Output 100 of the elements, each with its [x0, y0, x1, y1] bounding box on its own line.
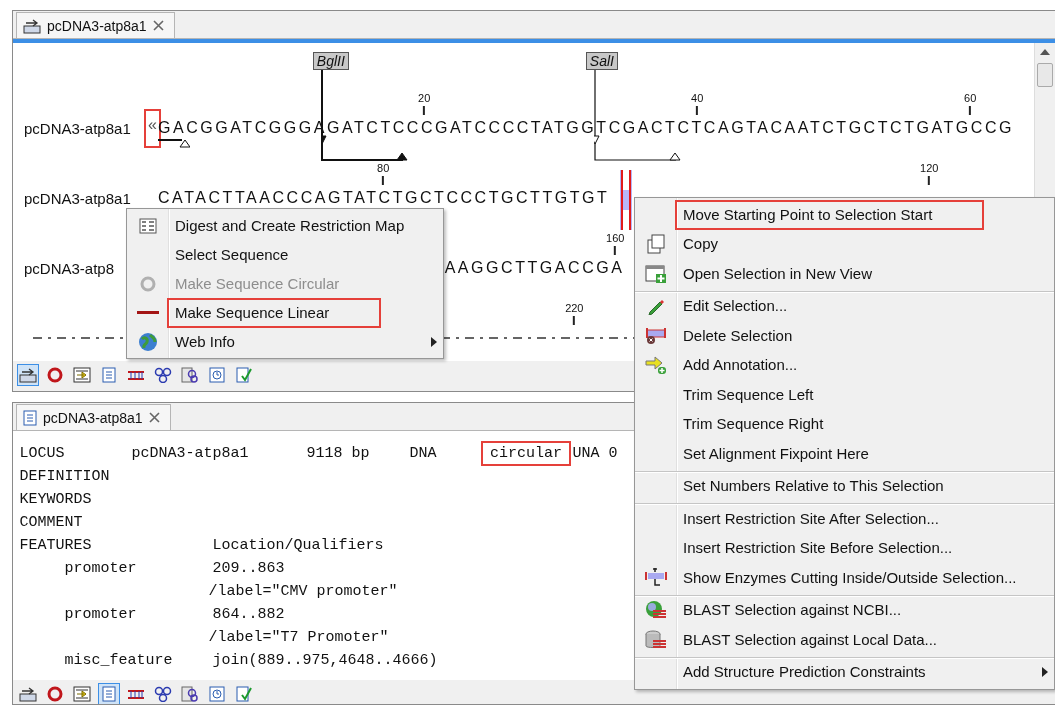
clock-document-icon [209, 686, 225, 702]
toolbar-button[interactable] [179, 683, 201, 704]
genbank-value: 209..863 [211, 559, 286, 579]
menu-item[interactable]: BLAST Selection against NCBI... [635, 594, 1054, 625]
menu-item[interactable]: Add Structure Prediction Constraints [635, 656, 1054, 687]
delete-range-icon [645, 326, 667, 345]
genbank-keyword: /label="CMV promoter" [207, 582, 399, 602]
loops-icon [154, 686, 172, 702]
menu-item[interactable]: Show Enzymes Cutting Inside/Outside Selection... [635, 563, 1054, 593]
menu-item[interactable]: Set Alignment Fixpoint Here [635, 439, 1054, 469]
toolbar-button[interactable] [179, 364, 201, 386]
ring-icon [47, 367, 63, 383]
add-arrow-icon [645, 356, 667, 375]
sequence-name: pcDNA3-atp8a1 [24, 190, 131, 207]
copy-icon [646, 234, 666, 255]
toolbar-button[interactable] [206, 364, 228, 386]
ruler-tick [614, 246, 617, 255]
line-icon [137, 311, 159, 314]
toolbar-button[interactable] [17, 364, 39, 386]
table-icon [139, 217, 157, 234]
toolbar-button[interactable] [233, 364, 255, 386]
enzyme-label[interactable]: BglII [312, 52, 349, 70]
scroll-up-arrow-icon[interactable] [1040, 49, 1050, 55]
menu-item[interactable]: Insert Restriction Site Before Selection... [635, 533, 1054, 563]
genbank-keyword: promoter [63, 559, 138, 579]
menu-item[interactable]: Set Numbers Relative to This Selection [635, 470, 1054, 501]
ruler-tick [928, 176, 931, 185]
close-icon[interactable] [148, 412, 160, 423]
ruler-number: 120 [920, 162, 939, 174]
menu-item[interactable]: Delete Selection [635, 321, 1054, 351]
dna-sequence: CATACTTAACCCAGTATCTGCTCCCTGCTTGTGT [158, 189, 610, 207]
genbank-value: pcDNA3-atp8a1 [130, 444, 250, 464]
document-icon [102, 367, 116, 383]
ladder-range-icon [645, 567, 667, 588]
genbank-value: DNA [408, 444, 438, 464]
pencil-icon [647, 297, 665, 316]
genbank-value: 864..882 [211, 605, 286, 625]
genbank-value: join(889..975,4648..4666) [211, 651, 439, 671]
ruler-number: 220 [565, 302, 584, 314]
toolbar-button[interactable] [233, 683, 255, 704]
dna-sequence: AAGGCTTGACCGA [444, 259, 625, 277]
globe-list-icon [645, 600, 667, 621]
submenu-arrow-icon [431, 336, 437, 347]
arrow-list-icon [73, 367, 91, 383]
menu-item[interactable]: Add Annotation... [635, 350, 1054, 380]
document-tab[interactable]: pcDNA3-atp8a1 [16, 12, 175, 38]
checklist-icon [236, 367, 252, 383]
ruler-tick [969, 106, 972, 115]
menu-item[interactable]: Digest and Create Restriction Map [127, 211, 443, 240]
document-icon [102, 686, 116, 702]
menu-item[interactable]: Insert Restriction Site After Selection... [635, 503, 1054, 534]
sequence-name: pcDNA3-atp8a1 [24, 120, 131, 137]
genbank-keyword: LOCUS [18, 444, 66, 464]
loops-icon [154, 367, 172, 383]
checklist-icon [236, 686, 252, 702]
close-icon[interactable] [152, 20, 164, 31]
enzyme-label[interactable]: SalI [585, 52, 618, 70]
ring-icon [140, 275, 156, 292]
menu-item[interactable]: Web Info [127, 327, 443, 356]
menu-item[interactable]: Open Selection in New View [635, 259, 1054, 289]
ruler-tick [696, 106, 699, 115]
genbank-value: UNA 0 [571, 444, 619, 464]
genbank-keyword: FEATURES [18, 536, 93, 556]
ruler-number: 60 [964, 92, 977, 104]
genbank-value: 9118 bp [305, 444, 371, 464]
add-window-icon [645, 263, 667, 284]
ruler-number: 20 [418, 92, 431, 104]
menu-item[interactable]: Edit Selection... [635, 290, 1054, 321]
menu-item[interactable]: Select Sequence [127, 240, 443, 269]
ruler-number: 80 [377, 162, 390, 174]
genbank-keyword: COMMENT [18, 513, 84, 533]
start-bracket-marker [158, 138, 190, 148]
ruler-number: 40 [691, 92, 704, 104]
menu-item[interactable]: Copy [635, 229, 1054, 259]
ruler-number: 160 [606, 232, 625, 244]
menu-item[interactable]: BLAST Selection against Local Data... [635, 625, 1054, 655]
ruler-tick [423, 106, 426, 115]
database-list-icon [645, 629, 667, 650]
document-icon [23, 409, 37, 426]
genbank-value: circular [481, 441, 572, 466]
genbank-keyword: DEFINITION [18, 467, 111, 487]
ruler-tick [573, 316, 576, 325]
loops-table-icon [181, 367, 199, 383]
genbank-keyword: KEYWORDS [18, 490, 93, 510]
sequence-arrow-icon [19, 367, 37, 383]
toolbar-button[interactable] [206, 683, 228, 704]
globe-icon [138, 331, 158, 352]
scrollbar-thumb[interactable] [1037, 63, 1053, 87]
menu-item[interactable]: Trim Sequence Right [635, 409, 1054, 439]
toolbar-button[interactable] [71, 364, 93, 386]
menu-item[interactable]: Trim Sequence Left [635, 380, 1054, 410]
arrow-list-icon [73, 686, 91, 702]
genbank-keyword: promoter [63, 605, 138, 625]
clock-document-icon [209, 367, 225, 383]
toolbar-button[interactable] [71, 683, 93, 704]
genbank-keyword: misc_feature [63, 651, 174, 671]
sequence-name: pcDNA3-atp8 [24, 260, 115, 277]
sequence-arrow-icon [23, 17, 41, 34]
genbank-keyword: /label="T7 Promoter" [207, 628, 390, 648]
document-tab[interactable]: pcDNA3-atp8a1 [16, 404, 171, 430]
